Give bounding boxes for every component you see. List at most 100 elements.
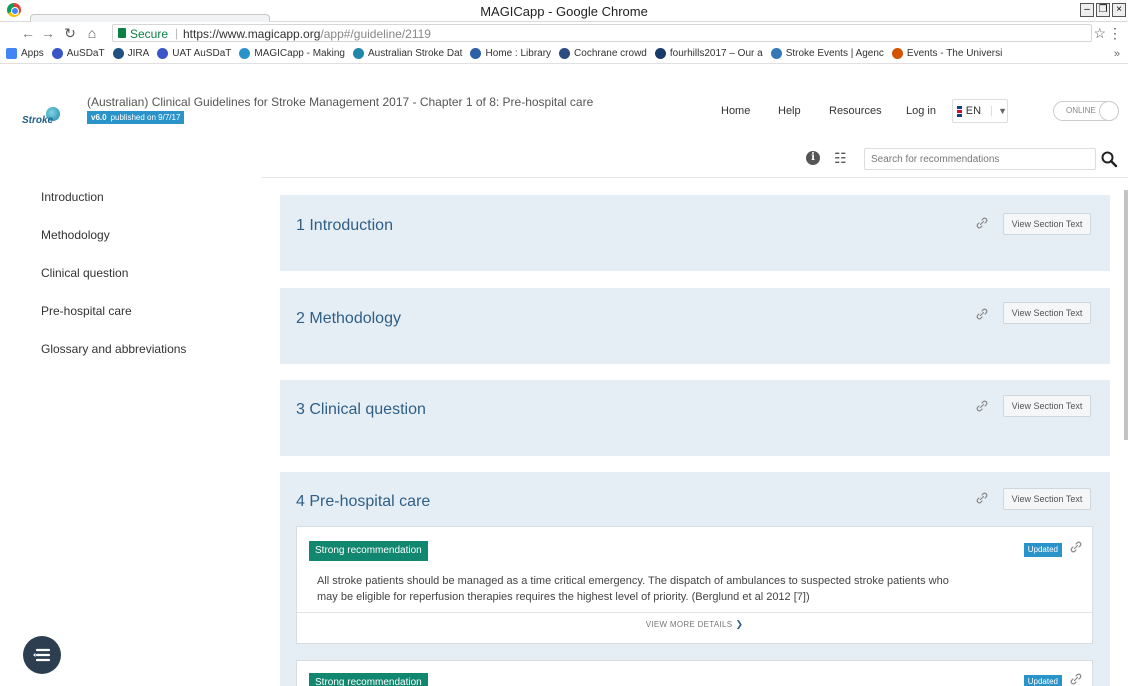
version-number: v6.0 [91,113,107,122]
published-date: published on 9/7/17 [110,113,181,122]
list-view-icon[interactable]: ☷ [834,150,847,167]
bookmark-item[interactable]: fourhills2017 – Our a [654,48,763,59]
bookmark-favicon-icon [559,48,571,59]
bookmark-favicon-icon [770,48,782,59]
bookmark-favicon-icon [112,48,124,59]
view-section-text-button[interactable]: View Section Text [1003,213,1091,235]
toggle-knob [1099,101,1119,121]
bookmark-favicon-icon [654,48,666,59]
bookmark-item[interactable]: Cochrane crowd [559,48,647,59]
sidebar-item-clinical-question[interactable]: Clinical question [41,266,251,304]
nav-resources-link[interactable]: Resources [829,105,882,117]
secure-label: Secure [130,27,169,41]
bookmark-item[interactable]: UAT AuSDaT [157,48,231,59]
link-icon[interactable] [974,306,990,322]
section-name: Methodology [309,310,401,327]
search-input[interactable] [864,148,1096,170]
bookmark-label: Events - The Universi [906,48,1003,59]
bookmark-label: Home : Library [485,48,552,59]
link-icon[interactable] [1068,671,1084,686]
section-number: 4 [296,493,305,510]
sidebar-item-introduction[interactable]: Introduction [41,190,251,228]
section-number: 3 [296,401,305,418]
language-selector[interactable]: EN ▼ [952,99,1008,123]
chevron-down-icon: ❯ [735,619,744,629]
bookmark-item[interactable]: AuSDaT [51,48,105,59]
bookmark-item[interactable]: Australian Stroke Dat [352,48,462,59]
nav-home-link[interactable]: Home [721,105,750,117]
info-icon[interactable]: i [806,151,820,165]
bookmark-item[interactable]: MAGICapp - Making [239,48,345,59]
bookmark-label: Apps [21,48,44,59]
bookmark-label: Stroke Events | Agenc [785,48,884,59]
card-divider [297,612,1092,613]
minimize-button[interactable]: – [1080,3,1094,17]
updated-badge: Updated [1023,675,1062,686]
recommendation-card[interactable]: Strong recommendation Updated All stroke… [296,526,1093,644]
section-title[interactable]: 3 Clinical question [296,401,426,419]
bookmark-item[interactable]: Home : Library [470,48,551,59]
bookmark-item[interactable]: JIRA [112,48,149,59]
section-clinical-question: 3 Clinical question View Section Text [280,380,1110,456]
recommendation-text: All stroke patients should be managed as… [317,575,949,603]
section-name: Introduction [309,217,393,234]
back-icon[interactable]: ← [20,25,36,41]
address-bar[interactable]: Secure | https://www.magicapp.org/app#/g… [112,24,1092,42]
bookmark-favicon-icon [239,48,251,59]
section-title[interactable]: 2 Methodology [296,310,401,328]
lock-icon [118,28,126,38]
section-number: 1 [296,217,305,234]
restore-button[interactable]: ❐ [1096,3,1110,17]
close-window-button[interactable]: × [1112,3,1126,17]
section-title[interactable]: 1 Introduction [296,217,393,235]
online-toggle[interactable]: ONLINE [1053,101,1119,121]
bookmarks-overflow-icon[interactable]: » [1114,48,1120,60]
stroke-logo[interactable]: Stroke [22,107,74,129]
section-name: Clinical question [309,401,426,418]
url-text[interactable]: https://www.magicapp.org/app#/guideline/… [183,27,431,41]
header-divider [262,177,1128,178]
sidebar-item-pre-hospital-care[interactable]: Pre-hospital care [41,304,251,342]
floating-menu-button[interactable] [23,636,61,674]
section-name: Pre-hospital care [309,493,431,510]
bookmark-label: Cochrane crowd [574,48,647,59]
nav-help-link[interactable]: Help [778,105,801,117]
chevron-down-icon: ▼ [991,106,1007,116]
bookmark-item[interactable]: Apps [6,48,44,59]
bookmarks-bar: Apps AuSDaT JIRA UAT AuSDaT MAGICapp - Makin… [0,44,1128,64]
bookmark-item[interactable]: Stroke Events | Agenc [770,48,884,59]
language-code: EN [965,105,982,117]
recommendation-card[interactable]: Strong recommendation Updated [296,660,1093,686]
view-more-label: VIEW MORE DETAILS [645,620,733,629]
link-icon[interactable] [974,490,990,506]
uk-flag-icon [957,105,962,117]
home-icon[interactable]: ⌂ [84,25,100,41]
window-title: MAGICapp - Google Chrome [480,4,648,19]
forward-icon[interactable]: → [40,25,56,41]
browser-menu-icon[interactable]: ⋮ [1108,25,1122,42]
nav-login-link[interactable]: Log in [906,105,936,117]
search-icon[interactable] [1100,150,1118,168]
url-path: /app#/guideline/2119 [320,27,431,41]
sidebar: Introduction Methodology Clinical questi… [41,190,251,380]
strength-badge: Strong recommendation [309,541,428,561]
link-icon[interactable] [974,398,990,414]
sidebar-item-glossary[interactable]: Glossary and abbreviations [41,342,251,380]
bookmark-favicon-icon [891,48,903,59]
view-section-text-button[interactable]: View Section Text [1003,488,1091,510]
link-icon[interactable] [1068,539,1084,555]
view-more-details-button[interactable]: VIEW MORE DETAILS ❯ [297,619,1092,630]
page-scrollbar[interactable] [1124,190,1128,440]
link-icon[interactable] [974,215,990,231]
guideline-title: (Australian) Clinical Guidelines for Str… [87,95,594,109]
apps-grid-icon [6,48,17,59]
section-title[interactable]: 4 Pre-hospital care [296,493,430,511]
bookmark-favicon-icon [352,48,364,59]
sidebar-item-methodology[interactable]: Methodology [41,228,251,266]
bookmark-item[interactable]: Events - The Universi [891,48,1003,59]
bookmark-favicon-icon [470,48,482,59]
view-section-text-button[interactable]: View Section Text [1003,395,1091,417]
reload-icon[interactable]: ↻ [62,25,78,42]
view-section-text-button[interactable]: View Section Text [1003,302,1091,324]
bookmark-star-icon[interactable]: ☆ [1093,25,1106,42]
